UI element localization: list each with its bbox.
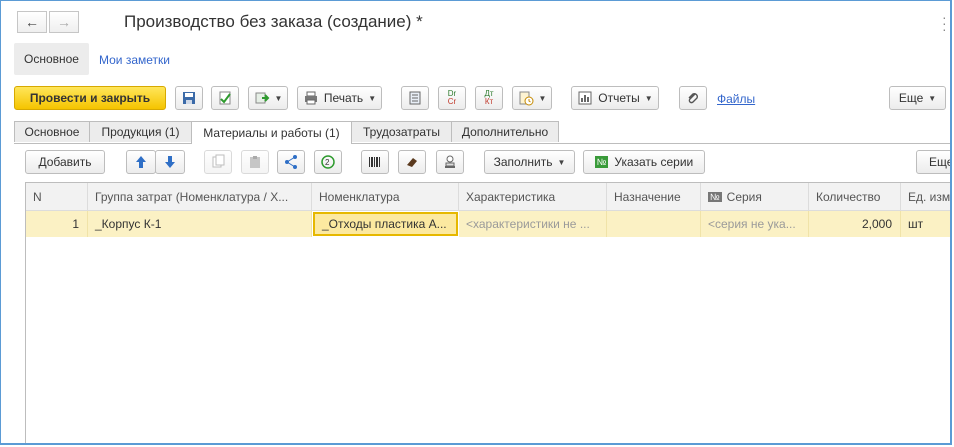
- column-header-series[interactable]: № Серия: [701, 183, 809, 211]
- column-header-characteristic[interactable]: Характеристика: [459, 183, 607, 211]
- calculate-button[interactable]: 2: [314, 150, 342, 174]
- cr-label: Cr: [447, 97, 457, 106]
- chevron-down-icon: ▼: [644, 93, 653, 103]
- print-label: Печать: [323, 91, 364, 105]
- column-header-cost-group[interactable]: Группа затрат (Номенклатура / Х...: [88, 183, 312, 211]
- barcode-icon: [369, 157, 380, 167]
- attach-button[interactable]: [679, 86, 707, 110]
- post-and-close-button[interactable]: Провести и закрыть: [14, 86, 166, 110]
- related-documents-button[interactable]: ▼: [512, 86, 552, 110]
- document-list-icon: [409, 91, 421, 105]
- stamp-button[interactable]: [436, 150, 464, 174]
- form-tab-notes[interactable]: Мои заметки: [99, 53, 170, 67]
- fill-button[interactable]: Заполнить ▼: [484, 150, 575, 174]
- kt-label: Кт: [484, 97, 494, 106]
- specify-series-button[interactable]: № Указать серии: [583, 150, 705, 174]
- back-button[interactable]: ←: [17, 11, 47, 33]
- svg-text:2: 2: [325, 158, 330, 167]
- printer-icon: [304, 91, 317, 105]
- series-number-icon: №: [594, 156, 609, 168]
- tab-additional[interactable]: Дополнительно: [451, 121, 559, 142]
- eraser-icon: [407, 158, 417, 167]
- paste-button[interactable]: [241, 150, 269, 174]
- column-header-unit[interactable]: Ед. изм.: [901, 183, 950, 211]
- reports-button[interactable]: Отчеты ▼: [571, 86, 659, 110]
- create-based-on-button[interactable]: ▼: [248, 86, 288, 110]
- document-clock-icon: [519, 91, 534, 106]
- dr-cr-icon: Dr Cr: [448, 90, 456, 106]
- copy-button[interactable]: [204, 150, 232, 174]
- print-button[interactable]: Печать ▼: [297, 86, 382, 110]
- specify-series-label: Указать серии: [614, 155, 694, 169]
- barcode-button[interactable]: [361, 150, 389, 174]
- chevron-down-icon: ▼: [557, 157, 566, 167]
- arrow-down-icon: [165, 156, 175, 168]
- paperclip-icon: [688, 93, 698, 104]
- structure-button[interactable]: [401, 86, 429, 110]
- add-button[interactable]: Добавить: [25, 150, 105, 174]
- page-title: Производство без заказа (создание) *: [124, 12, 423, 31]
- scanner-button[interactable]: [398, 150, 426, 174]
- table-row-cell-characteristic[interactable]: <характеристики не ...: [459, 211, 607, 237]
- table-row-cell-purpose[interactable]: [607, 211, 701, 237]
- copy-icon: [212, 154, 225, 168]
- arrow-left-icon: ←: [25, 14, 39, 30]
- forward-button[interactable]: →: [49, 11, 79, 33]
- table-row-cell-series[interactable]: <серия не ука...: [701, 211, 809, 237]
- column-header-quantity[interactable]: Количество: [809, 183, 901, 211]
- column-header-n[interactable]: N: [26, 183, 88, 211]
- stamp-icon: [445, 155, 455, 168]
- dr-cr-button[interactable]: Dr Cr: [438, 86, 466, 110]
- form-tab-main[interactable]: Основное: [14, 43, 89, 75]
- fill-label: Заполнить: [493, 155, 553, 169]
- arrow-right-icon: →: [57, 14, 71, 30]
- save-button[interactable]: [175, 86, 203, 110]
- window-frame: ← → Производство без заказа (создание) *…: [0, 0, 952, 445]
- table-row-cell-group[interactable]: _Корпус К-1: [88, 211, 312, 237]
- table-more-button[interactable]: Еще: [916, 150, 950, 174]
- table-row-cell-quantity[interactable]: 2,000: [809, 211, 901, 237]
- post-document-icon: [219, 91, 231, 105]
- tab-labor[interactable]: Трудозатраты: [351, 121, 452, 142]
- calc-cycle-icon: 2: [321, 155, 335, 169]
- share-nodes-icon: [285, 155, 297, 169]
- arrow-up-icon: [136, 156, 146, 168]
- paste-icon: [250, 156, 260, 168]
- table-row-cell-nomenclature[interactable]: _Отходы пластика А...: [313, 212, 458, 236]
- more-label: Еще: [898, 91, 924, 105]
- table-row-cell-n[interactable]: 1: [26, 211, 88, 237]
- chevron-down-icon: ▼: [368, 93, 377, 103]
- series-header-label: Серия: [726, 189, 762, 204]
- tab-main[interactable]: Основное: [14, 121, 90, 142]
- series-number-icon: №: [708, 191, 722, 202]
- dt-kt-icon: Дт Кт: [484, 90, 493, 106]
- dt-kt-button[interactable]: Дт Кт: [475, 86, 503, 110]
- reports-label: Отчеты: [598, 91, 640, 105]
- chevron-down-icon: ▼: [538, 93, 547, 103]
- post-button[interactable]: [211, 86, 239, 110]
- tab-materials[interactable]: Материалы и работы (1): [191, 121, 352, 144]
- tab-products[interactable]: Продукция (1): [89, 121, 192, 142]
- floppy-disk-icon: [183, 92, 195, 104]
- table-row-cell-unit[interactable]: шт: [901, 211, 950, 237]
- column-header-purpose[interactable]: Назначение: [607, 183, 701, 211]
- move-down-button[interactable]: [155, 150, 185, 174]
- files-link[interactable]: Файлы: [717, 92, 755, 106]
- create-based-icon: [255, 92, 269, 104]
- materials-table: N Группа затрат (Номенклатура / Х... Ном…: [25, 182, 950, 443]
- move-up-button[interactable]: [126, 150, 156, 174]
- chevron-down-icon: ▼: [274, 93, 283, 103]
- report-icon: [578, 91, 592, 105]
- kebab-menu-icon[interactable]: · · ·: [942, 10, 947, 36]
- chevron-down-icon: ▼: [928, 93, 937, 103]
- distribute-button[interactable]: [277, 150, 305, 174]
- column-header-nomenclature[interactable]: Номенклатура: [312, 183, 459, 211]
- more-button[interactable]: Еще ▼: [889, 86, 946, 110]
